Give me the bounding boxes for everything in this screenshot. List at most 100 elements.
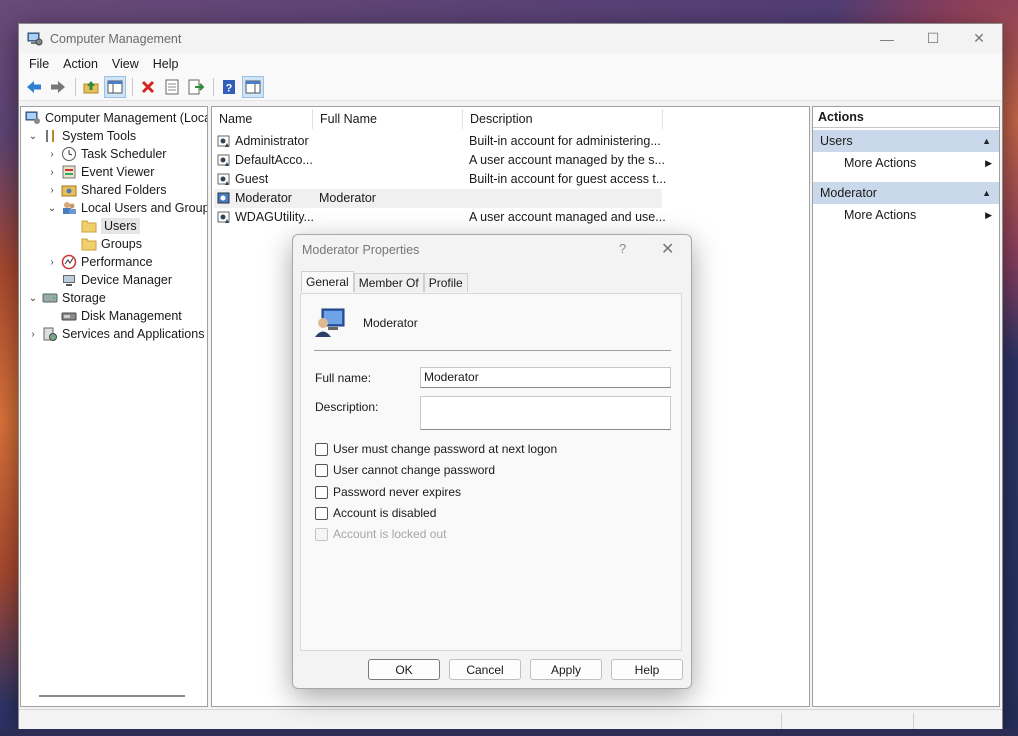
table-row[interactable]: Guest Built-in account for guest access … <box>214 170 666 189</box>
checkbox-box[interactable] <box>315 506 328 520</box>
checkbox-box[interactable] <box>315 442 328 456</box>
cancel-button[interactable]: Cancel <box>449 659 521 680</box>
table-row[interactable]: DefaultAcco... A user account managed by… <box>214 151 665 170</box>
menu-view[interactable]: View <box>105 57 146 71</box>
maximize-button[interactable]: ☐ <box>910 24 956 53</box>
table-row-selected[interactable]: Moderator Moderator <box>214 189 662 208</box>
user-icon <box>217 154 230 166</box>
title-bar: Computer Management — ☐ ✕ <box>19 24 1002 53</box>
properties-icon <box>165 79 179 95</box>
menu-file[interactable]: File <box>22 57 56 71</box>
description-label: Description: <box>315 400 379 414</box>
chevron-down-icon[interactable]: ⌄ <box>27 293 39 304</box>
user-icon <box>217 192 230 204</box>
computer-management-icon <box>27 32 43 45</box>
tree-disk-management[interactable]: Disk Management <box>58 307 182 325</box>
column-header-full-name[interactable]: Full Name <box>313 109 463 129</box>
menu-bar: File Action View Help <box>19 53 1002 74</box>
tree-device-manager[interactable]: Device Manager <box>58 271 172 289</box>
checkbox-box[interactable] <box>315 463 328 477</box>
tree-performance[interactable]: › Performance <box>46 253 153 271</box>
computer-management-icon <box>25 111 40 124</box>
checkbox-must-change-password[interactable]: User must change password at next logon <box>315 442 557 456</box>
more-actions-moderator[interactable]: More Actions ▶ <box>813 204 999 226</box>
tree-storage[interactable]: ⌄ Storage <box>27 289 106 307</box>
tree-root[interactable]: Computer Management (Local <box>23 109 207 127</box>
tree-performance-label: Performance <box>81 255 153 269</box>
dialog-tabs: General Member Of Profile <box>301 271 468 293</box>
collapse-up-icon[interactable]: ▲ <box>982 136 991 146</box>
tree-services-apps[interactable]: › Services and Applications <box>27 325 204 343</box>
chevron-right-icon[interactable]: › <box>46 185 58 196</box>
column-header-name[interactable]: Name <box>212 109 313 129</box>
chevron-down-icon[interactable]: ⌄ <box>27 131 39 142</box>
row-description: Built-in account for administering... <box>469 134 661 148</box>
chevron-down-icon[interactable]: ⌄ <box>46 203 58 214</box>
tree-users-label: Users <box>101 218 140 234</box>
checkbox-label: Password never expires <box>333 485 462 499</box>
forward-button[interactable] <box>47 76 69 98</box>
more-actions-users[interactable]: More Actions ▶ <box>813 152 999 174</box>
show-hide-action-pane-button[interactable] <box>242 76 264 98</box>
tab-profile[interactable]: Profile <box>423 273 468 292</box>
tree-horizontal-scrollbar[interactable] <box>39 695 185 697</box>
tree-local-users-groups-label: Local Users and Groups <box>81 201 208 215</box>
checkbox-cannot-change-password[interactable]: User cannot change password <box>315 463 495 477</box>
tab-member-of[interactable]: Member Of <box>353 273 424 292</box>
folder-icon <box>81 220 97 233</box>
back-button[interactable] <box>23 76 45 98</box>
toolbar-separator <box>75 78 76 96</box>
user-icon <box>217 211 230 223</box>
show-hide-console-tree-button[interactable] <box>104 76 126 98</box>
menu-help[interactable]: Help <box>146 57 186 71</box>
tree-event-viewer[interactable]: › Event Viewer <box>46 163 154 181</box>
checkbox-label: User cannot change password <box>333 463 496 477</box>
row-name: DefaultAcco... <box>235 153 313 167</box>
table-row[interactable]: WDAGUtility... A user account managed an… <box>214 208 666 227</box>
help-icon[interactable]: ? <box>619 241 626 256</box>
checkbox-box[interactable] <box>315 485 328 499</box>
checkbox-password-never-expires[interactable]: Password never expires <box>315 485 461 499</box>
chevron-right-icon[interactable]: › <box>46 257 58 268</box>
ok-button[interactable]: OK <box>368 659 440 680</box>
actions-section-moderator[interactable]: Moderator ▲ <box>813 182 999 204</box>
collapse-up-icon[interactable]: ▲ <box>982 188 991 198</box>
help-button[interactable]: ? <box>218 76 240 98</box>
help-button[interactable]: Help <box>611 659 683 680</box>
export-icon <box>188 79 204 95</box>
storage-icon <box>42 293 58 303</box>
tree-shared-folders[interactable]: › Shared Folders <box>46 181 166 199</box>
up-one-level-button[interactable] <box>80 76 102 98</box>
tree-device-manager-label: Device Manager <box>81 273 173 287</box>
chevron-right-icon[interactable]: › <box>46 149 58 160</box>
apply-button[interactable]: Apply <box>530 659 602 680</box>
performance-icon <box>61 254 77 270</box>
minimize-button[interactable]: — <box>864 24 910 53</box>
close-button[interactable]: ✕ <box>956 24 1002 53</box>
tab-general[interactable]: General <box>301 271 354 292</box>
chevron-right-icon[interactable]: › <box>27 329 39 340</box>
chevron-right-icon[interactable]: › <box>46 167 58 178</box>
users-group-icon <box>63 202 76 214</box>
row-description: Built-in account for guest access t... <box>469 172 667 186</box>
user-account-icon <box>315 308 345 337</box>
tree-local-users-groups[interactable]: ⌄ Local Users and Groups <box>46 199 208 217</box>
column-header-description[interactable]: Description <box>463 109 663 129</box>
tree-groups[interactable]: Groups <box>78 235 142 253</box>
tree-task-scheduler[interactable]: › Task Scheduler <box>46 145 166 163</box>
tree-users[interactable]: Users <box>78 217 140 235</box>
properties-button[interactable] <box>161 76 183 98</box>
row-name: WDAGUtility... <box>235 210 314 224</box>
window-title: Computer Management <box>50 31 182 46</box>
delete-button[interactable] <box>137 76 159 98</box>
event-viewer-icon <box>62 165 76 179</box>
actions-section-users[interactable]: Users ▲ <box>813 130 999 152</box>
export-list-button[interactable] <box>185 76 207 98</box>
full-name-field[interactable]: Moderator <box>420 367 671 388</box>
table-row[interactable]: Administrator Built-in account for admin… <box>214 132 662 151</box>
menu-action[interactable]: Action <box>56 57 105 71</box>
description-field[interactable] <box>420 396 671 430</box>
tree-system-tools[interactable]: ⌄ System Tools <box>27 127 136 145</box>
checkbox-account-disabled[interactable]: Account is disabled <box>315 506 436 520</box>
dialog-close-icon[interactable]: ✕ <box>661 239 674 259</box>
